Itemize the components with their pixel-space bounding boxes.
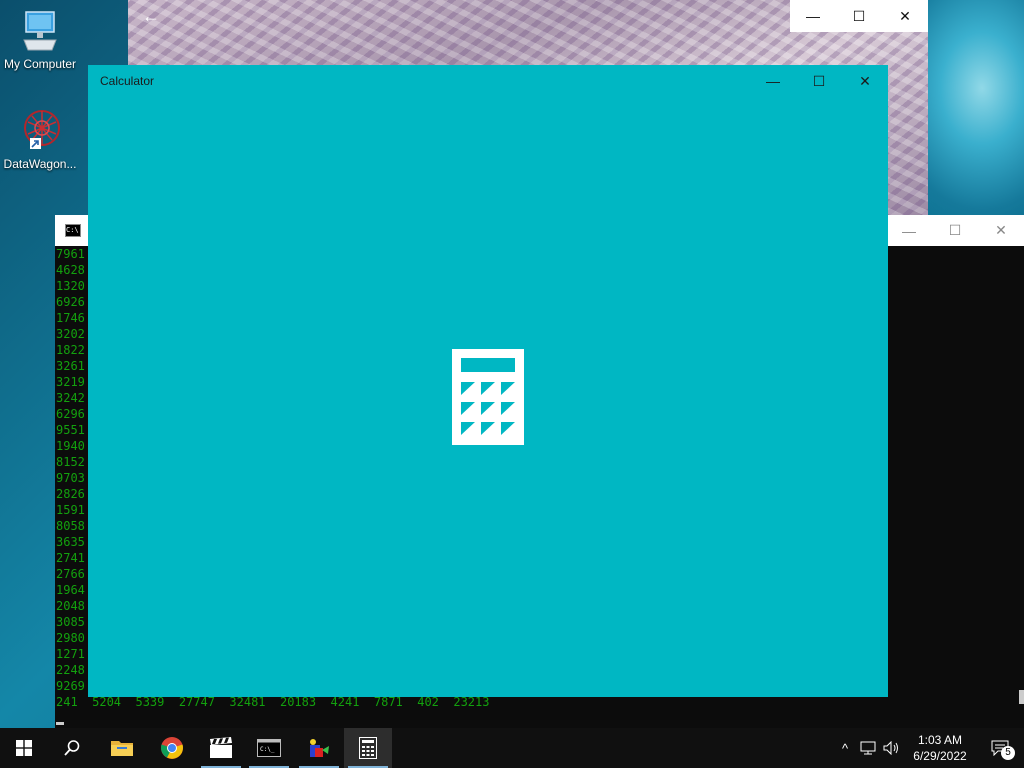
clock-time: 1:03 AM [917, 733, 963, 747]
close-button[interactable]: ✕ [842, 65, 888, 97]
close-button[interactable]: ✕ [978, 215, 1024, 246]
console-output-line: 1591 [56, 503, 85, 517]
calculator-icon [359, 737, 377, 759]
console-output-line: 9551 [56, 423, 85, 437]
volume-icon[interactable] [880, 741, 904, 755]
console-icon: C:\_ [257, 739, 281, 757]
console-output-line: 3085 [56, 615, 85, 629]
console-output-line: 3242 [56, 391, 85, 405]
console-output-line: 8058 [56, 519, 85, 533]
clock-date: 6/29/2022 [913, 749, 967, 763]
console-output-line: 2741 [56, 551, 85, 565]
window-title: Calculator [100, 74, 155, 88]
maximize-button[interactable]: ☐ [836, 0, 882, 32]
action-center-button[interactable]: 5 [976, 728, 1024, 768]
console-output-line: 1320 [56, 279, 85, 293]
clapperboard-icon [210, 737, 232, 758]
console-window-controls: — ☐ ✕ [886, 215, 1024, 246]
console-output-line: 3202 [56, 327, 85, 341]
taskbar-calculator[interactable] [344, 728, 392, 768]
start-button[interactable] [0, 728, 48, 768]
console-output-line: 1940 [56, 439, 85, 453]
photos-titlebar: ← — ☐ ✕ [128, 0, 928, 32]
console-output-line: 2980 [56, 631, 85, 645]
datawagon-logo-icon [24, 110, 60, 149]
desktop-icon-my-computer[interactable]: My Computer [0, 10, 80, 71]
console-output-line: 4628 [56, 263, 85, 277]
taskbar-video-app[interactable] [197, 728, 245, 768]
taskbar-file-explorer[interactable] [98, 728, 146, 768]
console-cursor [56, 722, 64, 725]
console-output-line: 9269 [56, 679, 85, 693]
console-output-line: 7961 [56, 247, 85, 261]
desktop-icon-label: My Computer [3, 57, 77, 71]
console-scrollbar[interactable] [1017, 246, 1024, 728]
back-arrow-icon[interactable]: ← [142, 6, 160, 27]
console-output-line: 3635 [56, 535, 85, 549]
taskbar-clock[interactable]: 1:03 AM 6/29/2022 [904, 732, 976, 764]
scrollbar-thumb[interactable] [1019, 690, 1024, 704]
console-output-line: 6296 [56, 407, 85, 421]
console-output-line: 1271 [56, 647, 85, 661]
console-output-line: 2826 [56, 487, 85, 501]
svg-text:C:\_: C:\_ [260, 746, 275, 753]
taskbar-chrome[interactable] [148, 728, 196, 768]
console-output-line: 9703 [56, 471, 85, 485]
console-output-line: 3261 [56, 359, 85, 373]
console-app-icon: C:\ [65, 224, 81, 237]
minimize-button[interactable]: — [886, 215, 932, 246]
console-output-line: 8152 [56, 455, 85, 469]
minimize-button[interactable]: — [750, 65, 796, 97]
console-output-line: 3219 [56, 375, 85, 389]
taskbar-shapes-app[interactable] [295, 728, 343, 768]
chrome-icon [161, 737, 183, 759]
console-output-line: 1822 [56, 343, 85, 357]
folder-icon [111, 741, 133, 756]
computer-icon [23, 11, 57, 51]
maximize-button[interactable]: ☐ [932, 215, 978, 246]
photos-window-controls: — ☐ ✕ [790, 0, 928, 32]
console-output-line: 6926 [56, 295, 85, 309]
desktop-icon-datawagon[interactable]: DataWagon... [0, 108, 80, 171]
console-output: 7961 4628 1320 6926 1746 3202 1822 3261 3219 3242… [56, 246, 85, 694]
taskbar-console[interactable]: C:\_ [245, 728, 293, 768]
system-tray: ^ 1:03 AM 6/29/2022 5 [834, 728, 1024, 768]
maximize-button[interactable]: ☐ [796, 65, 842, 97]
console-output-line: 2766 [56, 567, 85, 581]
calculator-window-controls: — ☐ ✕ [750, 65, 888, 97]
desktop-icon-label: DataWagon... [3, 157, 77, 171]
calculator-icon [452, 349, 524, 445]
windows-logo-icon [16, 740, 32, 756]
close-button[interactable]: ✕ [882, 0, 928, 32]
search-icon [64, 740, 80, 756]
console-output-line: 1964 [56, 583, 85, 597]
console-output-line: 1746 [56, 311, 85, 325]
taskbar: C:\_ ^ 1:03 AM 6/29/2022 5 [0, 728, 1024, 768]
show-hidden-icons-chevron-icon[interactable]: ^ [834, 741, 856, 756]
notification-count-badge: 5 [1001, 746, 1015, 760]
network-icon[interactable] [856, 741, 880, 755]
minimize-button[interactable]: — [790, 0, 836, 32]
shapes-app-icon [310, 739, 329, 757]
calculator-window[interactable]: Calculator — ☐ ✕ [88, 65, 888, 697]
console-output-line: 2048 [56, 599, 85, 613]
search-button[interactable] [48, 728, 96, 768]
console-output-line: 2248 [56, 663, 85, 677]
